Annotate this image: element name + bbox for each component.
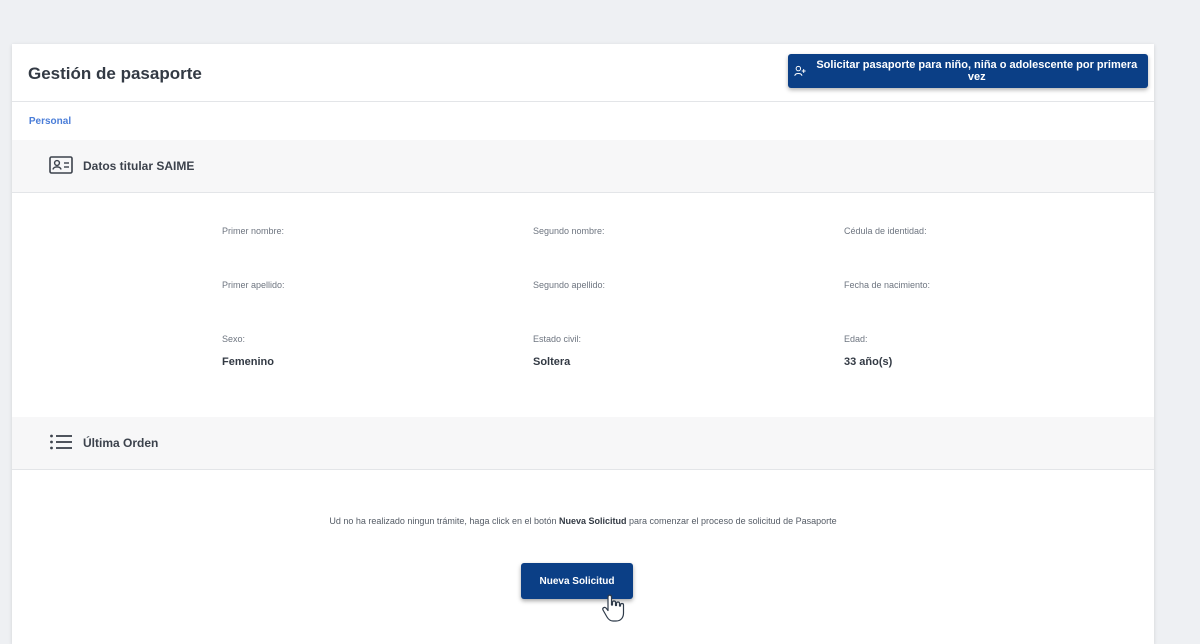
sexo-label: Sexo:	[222, 334, 246, 344]
segundo-apellido-label: Segundo apellido:	[533, 280, 606, 290]
sexo-value: Femenino	[222, 356, 274, 368]
titular-section-title: Datos titular SAIME	[83, 159, 195, 173]
hand-cursor-icon	[602, 594, 625, 622]
edad-value: 33 año(s)	[844, 356, 893, 368]
passport-card: Gestión de pasaporte Solicitar pasaporte…	[12, 44, 1154, 644]
orden-section-header: Última Orden	[12, 417, 1154, 470]
card-header: Gestión de pasaporte Solicitar pasaporte…	[12, 44, 1154, 102]
tab-bar: Personal	[12, 102, 1154, 142]
orden-section-title: Última Orden	[83, 436, 159, 450]
no-orders-message: Ud no ha realizado ningun trámite, haga …	[12, 516, 1154, 526]
cedula-label: Cédula de identidad:	[844, 226, 927, 236]
edad-label: Edad:	[844, 334, 868, 344]
fecha-nacimiento-label: Fecha de nacimiento:	[844, 280, 931, 290]
request-minor-passport-label: Solicitar pasaporte para niño, niña o ad…	[816, 59, 1138, 83]
list-icon	[50, 434, 72, 450]
message-part-1: Ud no ha realizado ningun trámite, haga …	[329, 516, 559, 526]
user-add-icon	[794, 65, 806, 77]
tab-personal[interactable]: Personal	[16, 102, 84, 142]
message-part-2: para comenzar el proceso de solicitud de…	[626, 516, 837, 526]
id-card-icon	[49, 156, 73, 174]
estado-civil-value: Soltera	[533, 356, 571, 368]
page-title: Gestión de pasaporte	[28, 64, 202, 83]
titular-section-header: Datos titular SAIME	[12, 140, 1154, 193]
request-minor-passport-button[interactable]: Solicitar pasaporte para niño, niña o ad…	[788, 54, 1148, 88]
estado-civil-label: Estado civil:	[533, 334, 582, 344]
message-bold: Nueva Solicitud	[559, 516, 627, 526]
primer-nombre-label: Primer nombre:	[222, 226, 285, 236]
segundo-nombre-label: Segundo nombre:	[533, 226, 605, 236]
primer-apellido-label: Primer apellido:	[222, 280, 285, 290]
